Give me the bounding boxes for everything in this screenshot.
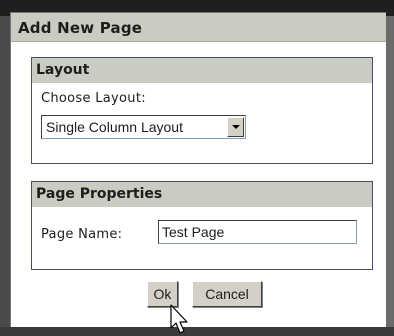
mouse-pointer-icon	[170, 304, 188, 334]
background-window-right	[386, 16, 394, 327]
layout-section: Layout Choose Layout: Single Column Layo…	[31, 57, 373, 164]
layout-section-header: Layout	[32, 58, 372, 83]
choose-layout-label: Choose Layout:	[41, 91, 146, 106]
page-name-input[interactable]: Test Page	[158, 220, 357, 244]
dialog-title: Add New Page	[11, 13, 386, 42]
page-properties-section: Page Properties Page Name: Test Page	[31, 181, 373, 270]
layout-select[interactable]: Single Column Layout	[41, 115, 246, 139]
chevron-down-icon[interactable]	[227, 117, 244, 137]
background-window-left	[0, 16, 10, 327]
add-new-page-dialog: Add New Page Layout Choose Layout: Singl…	[10, 12, 386, 334]
page-properties-header: Page Properties	[32, 182, 372, 207]
page-name-label: Page Name:	[41, 227, 123, 242]
layout-select-value: Single Column Layout	[46, 119, 183, 135]
cancel-button[interactable]: Cancel	[192, 281, 262, 307]
